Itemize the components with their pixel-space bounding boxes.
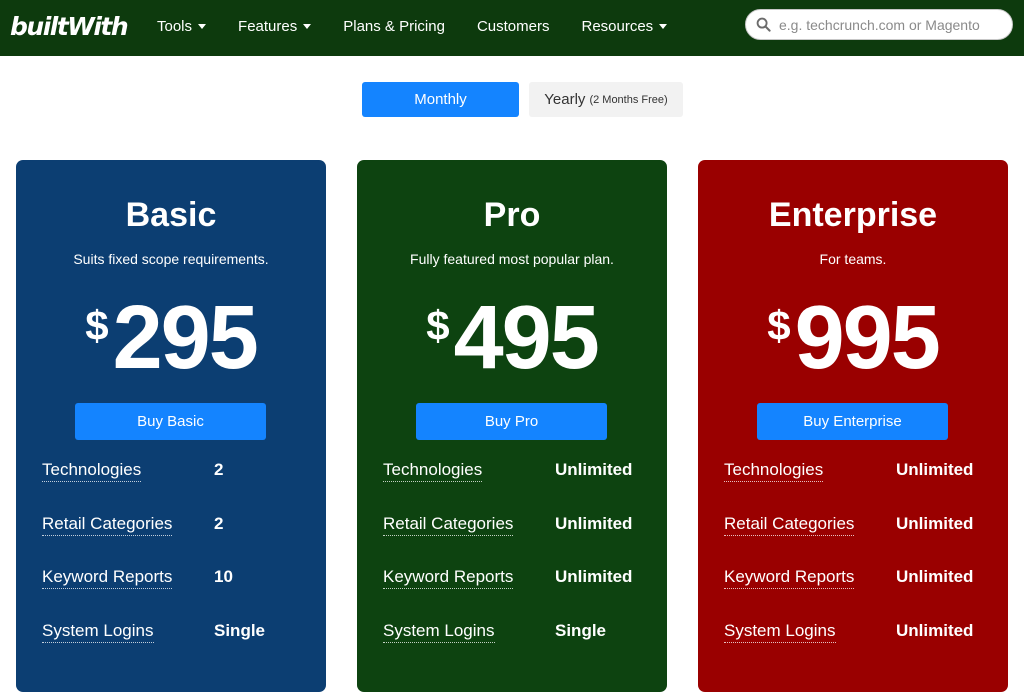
feature-value: Unlimited <box>555 567 633 586</box>
feature-row: Keyword Reports Unlimited <box>383 563 653 617</box>
feature-label[interactable]: Technologies <box>383 460 483 482</box>
feature-label[interactable]: Retail Categories <box>383 514 514 536</box>
price-amount: 295 <box>112 288 259 388</box>
feature-value: 2 <box>214 460 224 479</box>
feature-list: Technologies Unlimited Retail Categories… <box>383 456 653 670</box>
nav-item-customers[interactable]: Customers <box>461 0 566 52</box>
monthly-label: Monthly <box>414 91 467 108</box>
caret-down-icon <box>198 24 207 29</box>
price-amount: 495 <box>453 288 600 388</box>
nav-item-plans-pricing[interactable]: Plans & Pricing <box>327 0 461 52</box>
currency-symbol: $ <box>426 302 450 349</box>
yearly-toggle-button[interactable]: Yearly (2 Months Free) <box>529 82 683 117</box>
feature-row: System Logins Single <box>42 617 312 671</box>
caret-down-icon <box>659 24 668 29</box>
search-box[interactable] <box>745 9 1013 40</box>
feature-value: Unlimited <box>555 513 633 533</box>
plan-price: $ 495 <box>357 288 667 388</box>
nav-item-label: Customers <box>476 17 550 35</box>
logo-text: builtWith <box>10 11 129 41</box>
feature-value: Single <box>555 620 607 640</box>
nav-menu: Tools Features Plans & Pricing Customers… <box>141 0 683 52</box>
plan-name: Pro <box>483 196 541 234</box>
feature-label[interactable]: System Logins <box>42 621 154 643</box>
feature-row: System Logins Single <box>383 617 653 671</box>
feature-label[interactable]: Keyword Reports <box>383 567 514 589</box>
plan-card-pro: Pro Fully featured most popular plan. $ … <box>357 160 667 692</box>
feature-value: Unlimited <box>555 460 633 479</box>
search-icon <box>756 17 771 32</box>
feature-label[interactable]: System Logins <box>724 621 836 643</box>
feature-value: 2 <box>214 513 224 533</box>
nav-item-features[interactable]: Features <box>222 0 327 52</box>
feature-value: Unlimited <box>896 567 974 586</box>
yearly-label: Yearly <box>544 91 586 108</box>
search-input[interactable] <box>779 16 1009 33</box>
feature-value: Single <box>214 620 266 640</box>
plan-description: Fully featured most popular plan. <box>410 251 614 267</box>
feature-row: Keyword Reports Unlimited <box>724 563 994 617</box>
feature-row: Technologies Unlimited <box>724 456 994 510</box>
billing-toggle: Monthly Yearly (2 Months Free) <box>362 82 683 117</box>
feature-label[interactable]: Technologies <box>42 460 142 482</box>
buy-enterprise-button[interactable]: Buy Enterprise <box>757 403 948 440</box>
feature-label[interactable]: System Logins <box>383 621 495 643</box>
plan-card-enterprise: Enterprise For teams. $ 995 Buy Enterpri… <box>698 160 1008 692</box>
feature-label[interactable]: Technologies <box>724 460 824 482</box>
feature-list: Technologies 2 Retail Categories 2 Keywo… <box>42 456 312 670</box>
builtwith-logo[interactable]: builtWith <box>10 9 129 43</box>
feature-value: Unlimited <box>896 460 974 479</box>
nav-item-tools[interactable]: Tools <box>141 0 222 52</box>
buy-basic-button[interactable]: Buy Basic <box>75 403 266 440</box>
monthly-toggle-button[interactable]: Monthly <box>362 82 519 117</box>
nav-item-label: Plans & Pricing <box>343 17 445 35</box>
feature-row: System Logins Unlimited <box>724 617 994 671</box>
nav-item-label: Tools <box>157 17 193 35</box>
top-navbar: builtWith Tools Features Plans & Pricing… <box>0 0 1024 56</box>
feature-label[interactable]: Keyword Reports <box>42 567 173 589</box>
plan-name: Basic <box>125 196 217 234</box>
plan-description: Suits fixed scope requirements. <box>73 251 269 267</box>
feature-row: Retail Categories Unlimited <box>383 510 653 564</box>
plan-description: For teams. <box>819 251 887 267</box>
feature-row: Technologies 2 <box>42 456 312 510</box>
plan-name: Enterprise <box>768 196 938 234</box>
feature-row: Retail Categories Unlimited <box>724 510 994 564</box>
feature-row: Retail Categories 2 <box>42 510 312 564</box>
currency-symbol: $ <box>767 302 791 349</box>
feature-label[interactable]: Keyword Reports <box>724 567 855 589</box>
plan-price: $ 295 <box>16 288 326 388</box>
feature-row: Keyword Reports 10 <box>42 563 312 617</box>
yearly-note: (2 Months Free) <box>589 93 668 106</box>
feature-list: Technologies Unlimited Retail Categories… <box>724 456 994 670</box>
feature-label[interactable]: Retail Categories <box>42 514 173 536</box>
feature-value: Unlimited <box>896 513 974 533</box>
feature-row: Technologies Unlimited <box>383 456 653 510</box>
caret-down-icon <box>303 24 312 29</box>
feature-value: Unlimited <box>896 620 974 640</box>
price-amount: 995 <box>794 288 941 388</box>
feature-label[interactable]: Retail Categories <box>724 514 855 536</box>
currency-symbol: $ <box>85 302 109 349</box>
nav-item-label: Features <box>238 17 298 35</box>
plan-card-basic: Basic Suits fixed scope requirements. $ … <box>16 160 326 692</box>
nav-item-resources[interactable]: Resources <box>565 0 683 52</box>
plan-price: $ 995 <box>698 288 1008 388</box>
buy-pro-button[interactable]: Buy Pro <box>416 403 607 440</box>
nav-item-label: Resources <box>581 17 654 35</box>
feature-value: 10 <box>214 567 233 586</box>
